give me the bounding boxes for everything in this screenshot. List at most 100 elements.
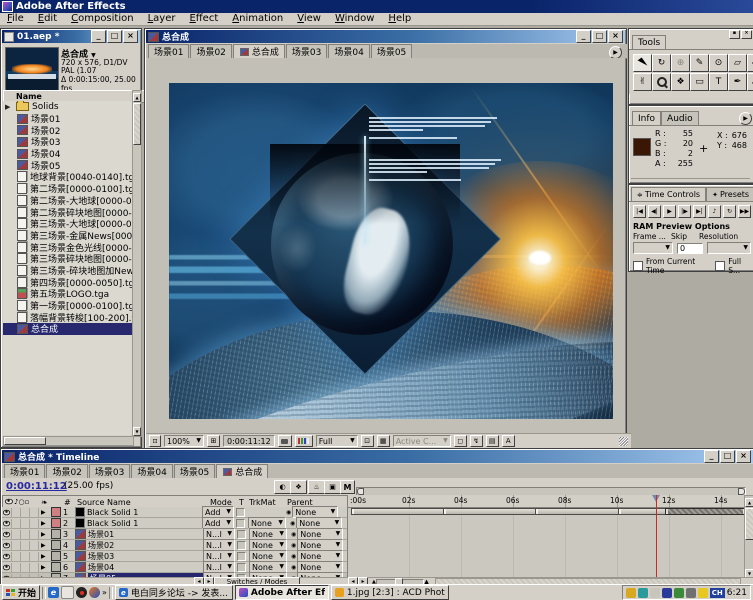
comp-tab-场景03[interactable]: 场景03 bbox=[286, 44, 327, 58]
task-button[interactable]: e电白同乡论坛 -> 发表... bbox=[115, 585, 233, 600]
source-name-column-header[interactable]: Source Name bbox=[77, 498, 210, 507]
previous-frame-button[interactable]: ◀| bbox=[648, 205, 661, 218]
tray-icon-6[interactable] bbox=[686, 588, 696, 598]
project-item[interactable]: 场景02 bbox=[3, 124, 132, 136]
audio-switch[interactable] bbox=[12, 563, 21, 572]
solo-switch[interactable] bbox=[21, 530, 30, 539]
project-item[interactable]: 场景04 bbox=[3, 148, 132, 160]
twirl-icon[interactable]: ▶ bbox=[5, 103, 13, 111]
t-checkbox[interactable] bbox=[236, 508, 245, 517]
skip-input[interactable]: 0 bbox=[677, 243, 703, 254]
solo-switch[interactable] bbox=[21, 519, 30, 528]
video-switch[interactable] bbox=[2, 541, 12, 550]
quicklaunch-ie-icon[interactable]: e bbox=[48, 587, 59, 598]
project-titlebar[interactable]: 01.aep * _ □ × bbox=[2, 30, 140, 43]
layer-expander[interactable]: ▶ bbox=[39, 564, 51, 571]
label-column-header[interactable]: ❧ bbox=[41, 498, 64, 507]
pan-behind-tool[interactable]: ❖ bbox=[671, 73, 690, 91]
comp-viewport-image[interactable] bbox=[169, 83, 613, 419]
lock-switch[interactable] bbox=[30, 530, 39, 539]
t-checkbox[interactable] bbox=[237, 530, 246, 539]
label-color-chip[interactable] bbox=[51, 540, 61, 550]
minimize-button[interactable]: _ bbox=[704, 450, 719, 463]
region-of-interest-button[interactable]: ⊡ bbox=[361, 435, 374, 447]
project-item[interactable]: 第二场景-大地球[0000-0100].tga bbox=[3, 195, 132, 207]
menu-file[interactable]: File bbox=[0, 13, 31, 25]
maximize-button[interactable]: □ bbox=[592, 30, 607, 43]
timeline-titlebar[interactable]: 总合成 * Timeline _ □ × bbox=[2, 450, 753, 463]
tray-icon-2[interactable] bbox=[638, 588, 648, 598]
minimize-button[interactable]: _ bbox=[576, 30, 591, 43]
rect-mask-tool[interactable]: ▭ bbox=[690, 73, 709, 91]
lock-switch[interactable] bbox=[30, 552, 39, 561]
project-vscrollbar[interactable]: ▲ ▼ bbox=[132, 90, 142, 437]
project-hscrollbar[interactable] bbox=[3, 436, 134, 446]
clone-stamp-tool[interactable]: ⊙ bbox=[709, 54, 728, 72]
axis-mode-button[interactable]: ✛ bbox=[747, 54, 753, 72]
timeline-graph[interactable]: :00s02s04s06s08s10s12s14s bbox=[347, 495, 744, 577]
solo-switch[interactable] bbox=[21, 563, 30, 572]
motion-blur-button[interactable]: ♨ bbox=[308, 480, 325, 494]
layer-row[interactable]: ▶6场景04N...l▼None▼◉None▼ bbox=[2, 562, 347, 573]
close-button[interactable]: × bbox=[741, 30, 752, 39]
menu-edit[interactable]: Edit bbox=[31, 13, 64, 25]
layer-row[interactable]: ▶3场景01N...l▼None▼◉None▼ bbox=[2, 529, 347, 540]
layer-expander[interactable]: ▶ bbox=[39, 542, 51, 549]
pixel-aspect-button[interactable]: ◻ bbox=[454, 435, 467, 447]
timeline-button[interactable]: ▤ bbox=[486, 435, 499, 447]
layer-name[interactable]: 场景02 bbox=[88, 540, 203, 551]
layer-expander[interactable]: ▶ bbox=[39, 553, 51, 560]
tab-tools[interactable]: Tools bbox=[632, 35, 666, 49]
audio-switch[interactable] bbox=[12, 519, 21, 528]
t-checkbox[interactable] bbox=[237, 541, 246, 550]
menu-layer[interactable]: Layer bbox=[141, 13, 183, 25]
full-screen-checkbox[interactable] bbox=[715, 261, 725, 271]
menu-view[interactable]: View bbox=[290, 13, 328, 25]
parent-pickwhip-icon[interactable]: ◉ bbox=[291, 542, 296, 549]
close-button[interactable]: × bbox=[736, 450, 751, 463]
audio-switch[interactable] bbox=[12, 508, 21, 517]
eraser-tool[interactable]: ▱ bbox=[728, 54, 747, 72]
project-item[interactable]: 落幅背景转梭[100-200].tga bbox=[3, 311, 132, 323]
comp-current-time[interactable]: 0:00:11:12 bbox=[223, 435, 275, 447]
layer-name[interactable]: Black Solid 1 bbox=[87, 508, 202, 517]
t-checkbox[interactable] bbox=[236, 519, 245, 528]
layer-expander[interactable]: ▶ bbox=[39, 531, 51, 538]
solo-switch[interactable] bbox=[21, 541, 30, 550]
video-switch[interactable] bbox=[2, 519, 12, 528]
comp-shy-button[interactable]: ◐ bbox=[274, 480, 291, 494]
tray-icon-1[interactable] bbox=[626, 588, 636, 598]
project-item[interactable]: 第一场景[0000-0100].tga bbox=[3, 300, 132, 312]
project-item[interactable]: 第三场景碎块地图[0000-0070].tga bbox=[3, 253, 132, 265]
selection-tool[interactable] bbox=[633, 54, 652, 72]
first-frame-button[interactable]: |◀ bbox=[633, 205, 646, 218]
parent-pickwhip-icon[interactable]: ◉ bbox=[291, 553, 296, 560]
project-item[interactable]: 第三场景-碎块地图加News[].tga bbox=[3, 265, 132, 277]
timeline-tab-场景01[interactable]: 场景01 bbox=[4, 464, 45, 478]
project-item[interactable]: 第三场景-大地球[0000-0100].tga bbox=[3, 218, 132, 230]
enable-motion-blur-button[interactable]: M bbox=[340, 480, 355, 494]
layer-row[interactable]: ▶2Black Solid 1Add▼None▼◉None▼ bbox=[2, 518, 347, 529]
maximize-button[interactable]: □ bbox=[720, 450, 735, 463]
video-switch[interactable] bbox=[2, 563, 12, 572]
lock-switch[interactable] bbox=[30, 541, 39, 550]
parent-pickwhip-icon[interactable]: ◉ bbox=[291, 564, 296, 571]
t-checkbox[interactable] bbox=[237, 552, 246, 561]
project-item[interactable]: 第三场景-金属News[0000].tga bbox=[3, 230, 132, 242]
audio-button[interactable]: ♪ bbox=[708, 205, 721, 218]
palette-menu-button[interactable]: ▶ bbox=[739, 112, 752, 125]
start-button[interactable]: 开始 bbox=[2, 585, 40, 600]
close-button[interactable]: × bbox=[608, 30, 623, 43]
draft-3d-button[interactable]: ▣ bbox=[324, 480, 341, 494]
comp-tab-总合成[interactable]: 总合成 bbox=[233, 44, 285, 58]
layer-row[interactable]: ▶5场景03N...l▼None▼◉None▼ bbox=[2, 551, 347, 562]
tab-audio[interactable]: Audio bbox=[661, 111, 699, 125]
next-frame-button[interactable]: |▶ bbox=[678, 205, 691, 218]
layer-name[interactable]: 场景03 bbox=[88, 551, 203, 562]
tray-icon-4[interactable] bbox=[662, 588, 672, 598]
close-button[interactable]: × bbox=[123, 30, 138, 43]
project-item[interactable]: 第三场景金色光线[0000-0037].tga bbox=[3, 241, 132, 253]
orbit-camera-tool[interactable]: ⊕ bbox=[671, 54, 690, 72]
frame-blend-button[interactable]: ❖ bbox=[290, 480, 307, 494]
number-column-header[interactable]: # bbox=[64, 498, 77, 507]
